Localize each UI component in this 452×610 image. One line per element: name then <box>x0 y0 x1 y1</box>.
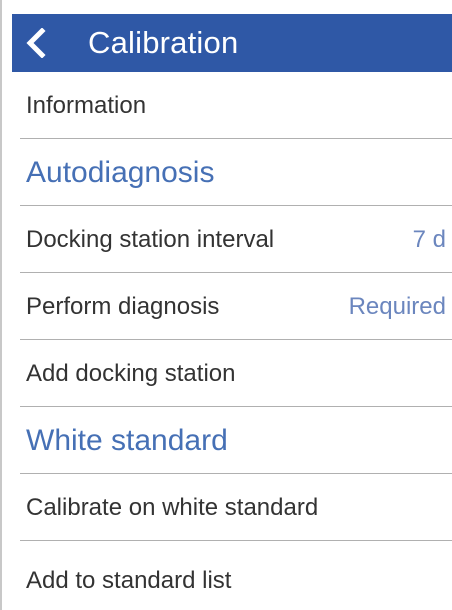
row-add-to-standard-list-label: Add to standard list <box>26 567 232 594</box>
settings-list: Information Autodiagnosis Docking statio… <box>12 72 452 594</box>
row-perform-diagnosis-label: Perform diagnosis <box>26 292 220 320</box>
row-information[interactable]: Information <box>12 72 452 139</box>
section-autodiagnosis-label: Autodiagnosis <box>26 155 215 189</box>
row-calibrate-white-standard-label: Calibrate on white standard <box>26 493 319 521</box>
page-title: Calibration <box>88 25 239 60</box>
row-docking-station-interval[interactable]: Docking station interval 7 d <box>12 206 452 273</box>
row-add-docking-station[interactable]: Add docking station <box>12 340 452 407</box>
row-docking-station-interval-value: 7 d <box>412 225 446 253</box>
row-calibrate-white-standard[interactable]: Calibrate on white standard <box>12 474 452 541</box>
section-white-standard: White standard <box>12 407 452 474</box>
row-perform-diagnosis[interactable]: Perform diagnosis Required <box>12 273 452 340</box>
back-button[interactable] <box>12 14 60 72</box>
app-header: Calibration <box>12 14 452 72</box>
row-information-label: Information <box>26 91 147 119</box>
calibration-screen: Calibration Information Autodiagnosis Do… <box>0 0 452 610</box>
chevron-left-icon <box>26 28 46 58</box>
section-white-standard-label: White standard <box>26 423 228 457</box>
row-perform-diagnosis-value: Required <box>348 292 446 320</box>
section-autodiagnosis: Autodiagnosis <box>12 139 452 206</box>
row-add-docking-station-label: Add docking station <box>26 359 236 387</box>
row-docking-station-interval-label: Docking station interval <box>26 225 275 253</box>
row-add-to-standard-list[interactable]: Add to standard list <box>12 541 452 594</box>
